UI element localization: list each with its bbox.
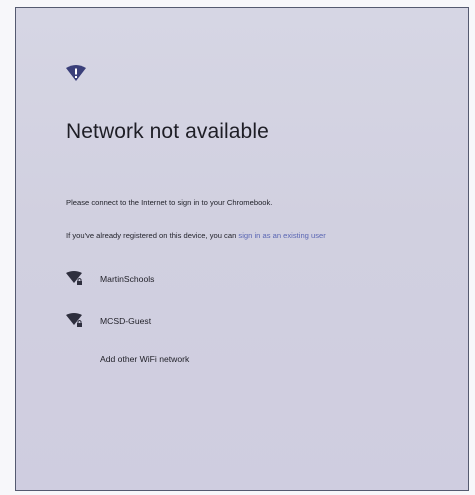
network-item-martinschools[interactable]: MartinSchools — [66, 269, 154, 289]
wifi-locked-icon — [66, 313, 82, 327]
wifi-alert-icon — [66, 65, 86, 81]
connect-message: Please connect to the Internet to sign i… — [66, 198, 273, 207]
network-dialog: Network not available Please connect to … — [15, 7, 469, 491]
page-title: Network not available — [66, 120, 269, 143]
add-wifi-network-button[interactable]: Add other WiFi network — [100, 354, 189, 364]
network-name: MartinSchools — [100, 274, 155, 284]
existing-user-text: If you've already registered on this dev… — [66, 231, 239, 240]
wifi-locked-icon — [66, 271, 82, 285]
page: Network not available Please connect to … — [0, 0, 475, 495]
network-name: MCSD-Guest — [100, 316, 152, 326]
network-item-mcsd-guest[interactable]: MCSD-Guest — [66, 311, 151, 331]
sign-in-existing-user-link[interactable]: sign in as an existing user — [238, 231, 325, 240]
existing-user-message: If you've already registered on this dev… — [66, 231, 326, 240]
